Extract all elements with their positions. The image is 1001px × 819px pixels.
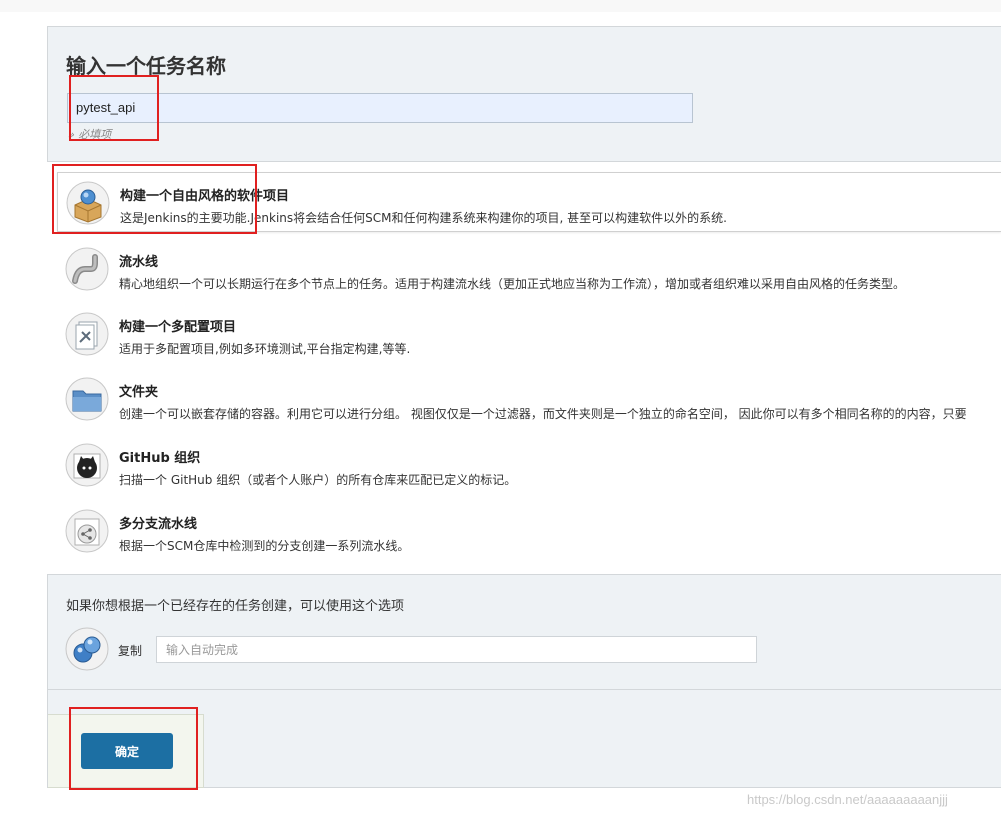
folder-icon (65, 377, 109, 421)
copy-from-input[interactable] (156, 636, 757, 663)
job-type-list: 构建一个自由风格的软件项目 这是Jenkins的主要功能.Jenkins将会结合… (47, 161, 1001, 575)
job-type-desc: 扫描一个 GitHub 组织（或者个人账户）的所有仓库来匹配已定义的标记。 (119, 473, 517, 487)
job-type-multi-config[interactable]: 构建一个多配置项目 适用于多配置项目,例如多环境测试,平台指定构建,等等. (57, 304, 1001, 364)
job-type-label: GitHub 组织 (119, 451, 201, 466)
job-type-label: 多分支流水线 (119, 517, 198, 532)
job-type-label: 文件夹 (119, 385, 159, 400)
top-bar (0, 0, 1001, 12)
job-type-label: 构建一个自由风格的软件项目 (120, 189, 290, 204)
github-icon (65, 443, 109, 487)
job-type-freestyle[interactable]: 构建一个自由风格的软件项目 这是Jenkins的主要功能.Jenkins将会结合… (57, 172, 1001, 232)
item-name-input[interactable]: pytest_api (67, 93, 693, 123)
job-type-multibranch[interactable]: 多分支流水线 根据一个SCM仓库中检测到的分支创建一系列流水线。 (57, 501, 1001, 561)
copy-hint: 如果你想根据一个已经存在的任务创建，可以使用这个选项 (66, 599, 405, 614)
copy-job-icon (65, 627, 109, 671)
page-title: 输入一个任务名称 (66, 54, 226, 78)
job-type-desc: 精心地组织一个可以长期运行在多个节点上的任务。适用于构建流水线（更加正式地应当称… (119, 277, 906, 291)
job-type-desc: 创建一个可以嵌套存储的容器。利用它可以进行分组。 视图仅仅是一个过滤器，而文件夹… (119, 407, 967, 421)
copy-label: 复制 (118, 644, 143, 658)
job-type-desc: 这是Jenkins的主要功能.Jenkins将会结合任何SCM和任何构建系统来构… (120, 211, 727, 225)
copy-from-section (47, 574, 1001, 690)
job-type-pipeline[interactable]: 流水线 精心地组织一个可以长期运行在多个节点上的任务。适用于构建流水线（更加正式… (57, 239, 1001, 299)
job-type-label: 流水线 (119, 255, 159, 270)
freestyle-project-icon (66, 181, 110, 225)
job-type-desc: 根据一个SCM仓库中检测到的分支创建一系列流水线。 (119, 539, 410, 553)
job-type-folder[interactable]: 文件夹 创建一个可以嵌套存储的容器。利用它可以进行分组。 视图仅仅是一个过滤器，… (57, 369, 1001, 429)
job-type-label: 构建一个多配置项目 (119, 320, 237, 335)
required-note: » 必填项 (68, 128, 112, 141)
ok-button[interactable]: 确定 (81, 733, 173, 769)
job-type-desc: 适用于多配置项目,例如多环境测试,平台指定构建,等等. (119, 342, 411, 356)
job-type-github-org[interactable]: GitHub 组织 扫描一个 GitHub 组织（或者个人账户）的所有仓库来匹配… (57, 435, 1001, 495)
multibranch-icon (65, 509, 109, 553)
pipeline-icon (65, 247, 109, 291)
watermark: https://blog.csdn.net/aaaaaaaaanjjj (747, 792, 948, 807)
multi-config-icon (65, 312, 109, 356)
